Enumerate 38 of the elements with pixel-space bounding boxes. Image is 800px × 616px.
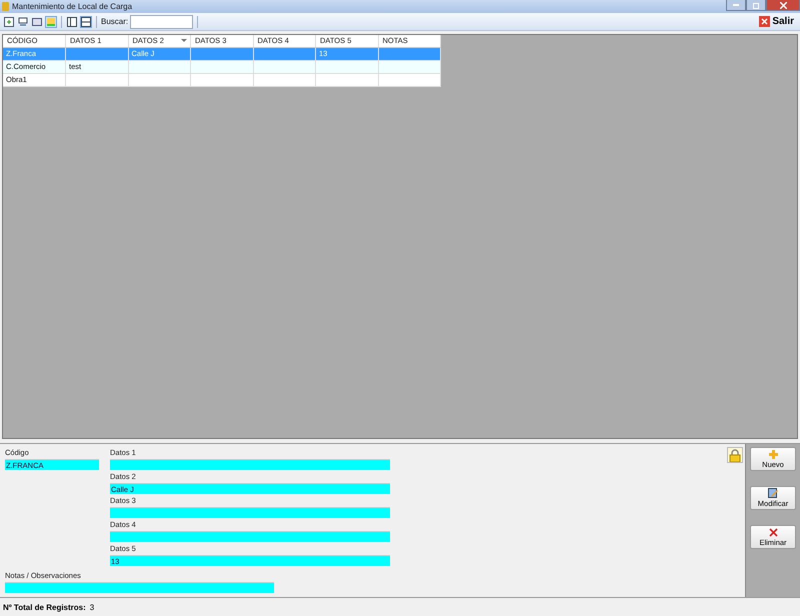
input-field[interactable] [110,507,390,518]
table-cell [253,60,316,73]
restore-icon[interactable] [746,0,766,11]
table-cell [66,73,128,86]
app-icon [2,2,9,11]
window-title: Mantenimiento de Local de Carga [12,2,134,11]
table-cell [378,47,440,60]
table-cell [316,73,378,86]
refresh-icon[interactable] [3,16,15,28]
table-cell [190,73,253,86]
close-icon [759,16,770,27]
close-icon[interactable] [766,0,800,11]
edit-icon [768,488,778,498]
table-cell [378,73,440,86]
search-label: Buscar: [101,17,128,26]
table-cell [190,60,253,73]
table-cell [128,60,190,73]
columns-icon[interactable] [66,16,78,28]
status-label: Nº Total de Registros: [3,602,86,612]
table-cell [378,60,440,73]
rows-icon[interactable] [80,16,92,28]
table-cell [253,73,316,86]
minimize-icon[interactable] [726,0,746,11]
input-field[interactable] [110,459,390,470]
table-cell [66,47,128,60]
input-field[interactable] [110,531,390,542]
lock-icon[interactable] [727,447,743,463]
search-field[interactable] [130,14,194,28]
close-icon [768,528,778,536]
exit-button[interactable]: Salir [756,16,797,27]
plus-icon [768,450,778,458]
table-cell [128,73,190,86]
table-cell [253,47,316,60]
table-cell [190,47,253,60]
sort-arrow-icon [181,39,187,42]
input-field[interactable] [5,582,274,593]
table-cell [316,60,378,73]
record-count: 3 [90,602,94,612]
